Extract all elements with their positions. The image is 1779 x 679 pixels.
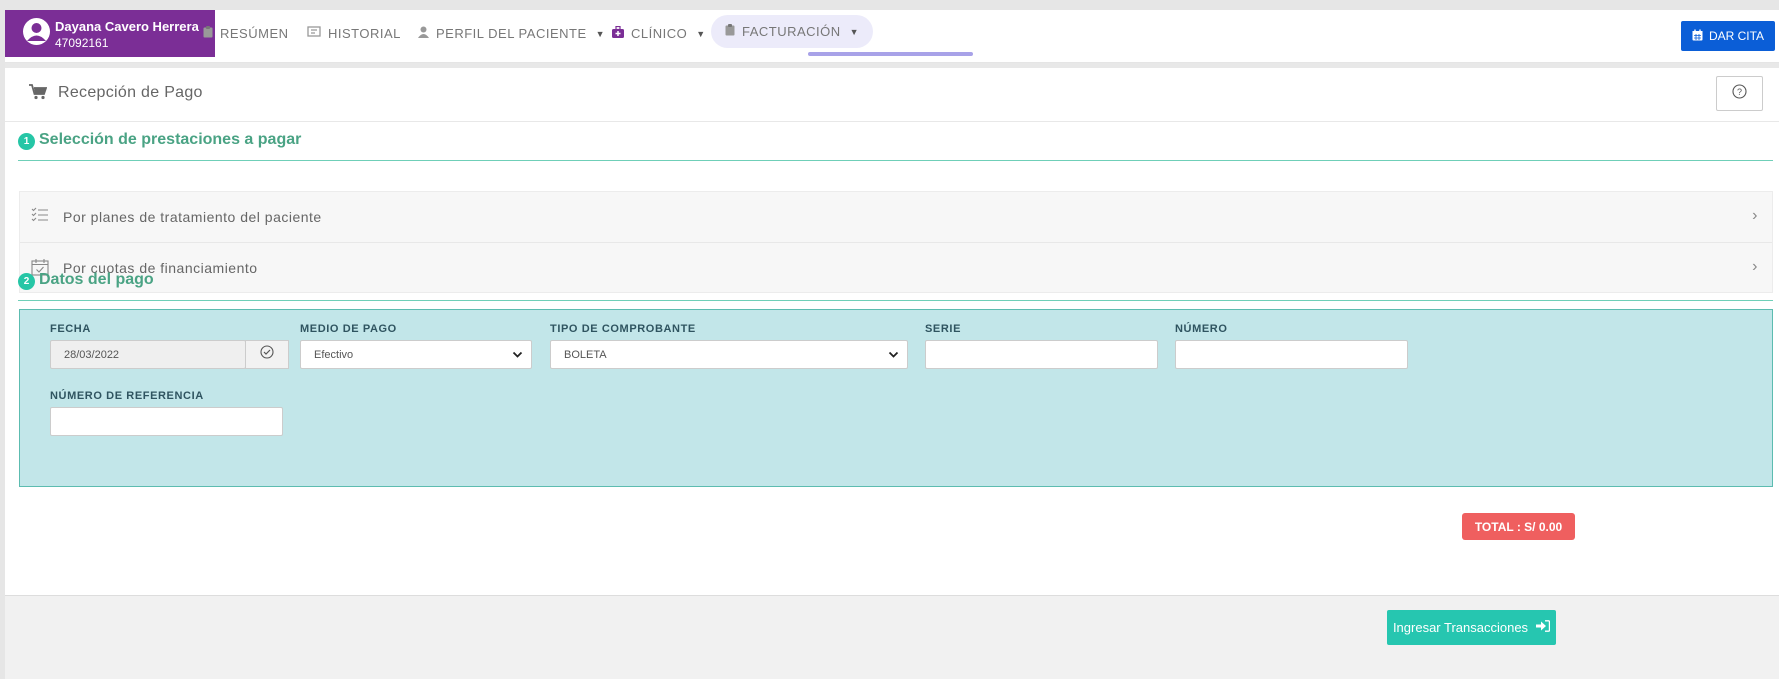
numero-label: NÚMERO: [1175, 323, 1228, 335]
nav-perfil-label: PERFIL DEL PACIENTE: [436, 26, 587, 41]
tipo-comprobante-select[interactable]: BOLETA: [550, 340, 908, 369]
checklist-icon: [31, 207, 49, 226]
nav-resumen-label: RESÚMEN: [220, 26, 289, 41]
help-button[interactable]: ?: [1716, 76, 1763, 111]
serie-label: SERIE: [925, 323, 962, 335]
ingresar-transacciones-button[interactable]: Ingresar Transacciones: [1387, 610, 1556, 645]
medio-pago-select[interactable]: Efectivo: [300, 340, 532, 369]
dar-cita-label: DAR CITA: [1708, 29, 1765, 43]
date-picker-button[interactable]: [245, 340, 289, 369]
payment-form: FECHA 28/03/2022 MEDIO DE PAGO Efectivo …: [19, 309, 1773, 487]
ingresar-label: Ingresar Transacciones: [1392, 620, 1529, 635]
step-2-number: 2: [18, 273, 35, 290]
cart-icon: [29, 84, 48, 105]
active-tab-indicator: [808, 52, 973, 56]
tipo-comprobante-label: TIPO DE COMPROBANTE: [550, 323, 696, 335]
step-1-title: Selección de prestaciones a pagar: [39, 130, 302, 148]
chevron-down-icon: [512, 349, 523, 363]
nav-facturacion-label: FACTURACIÓN: [742, 24, 841, 39]
chevron-right-icon: ›: [1752, 258, 1758, 275]
tipo-comprobante-value: BOLETA: [564, 348, 607, 361]
accordion-item-planes[interactable]: Por planes de tratamiento del paciente ›: [20, 192, 1772, 242]
card-header: Recepción de Pago ?: [5, 68, 1779, 122]
card-footer: Ingresar Transacciones: [5, 595, 1779, 679]
fecha-label: FECHA: [50, 323, 91, 335]
caret-down-icon: ▼: [849, 26, 860, 37]
payment-card: Recepción de Pago ? 1 Selección de prest…: [5, 68, 1779, 679]
patient-name: Dayana Cavero Herrera: [55, 19, 199, 34]
referencia-label: NÚMERO DE REFERENCIA: [50, 390, 204, 402]
calendar-icon: [1692, 29, 1703, 44]
card-title: Recepción de Pago: [58, 84, 203, 101]
step-1-number: 1: [18, 133, 35, 150]
referencia-input[interactable]: [50, 407, 283, 436]
nav-facturacion[interactable]: FACTURACIÓN ▼: [711, 15, 874, 48]
step-1-heading: 1 Selección de prestaciones a pagar: [18, 129, 301, 150]
patient-id: 47092161: [55, 36, 109, 50]
clipboard-icon: [725, 24, 735, 39]
caret-down-icon: ▼: [595, 28, 606, 39]
clipboard-icon: [203, 26, 213, 41]
history-icon: [307, 26, 321, 41]
total-badge: TOTAL : S/ 0.00: [1462, 513, 1575, 540]
caret-down-icon: ▼: [696, 28, 706, 39]
step-2-title: Datos del pago: [39, 270, 154, 288]
nav-clinico-label: CLÍNICO: [631, 26, 688, 41]
nav-clinico[interactable]: CLÍNICO ▼: [612, 10, 706, 57]
fecha-value: 28/03/2022: [64, 348, 120, 361]
step-2-heading: 2 Datos del pago: [18, 269, 154, 290]
nav-historial[interactable]: HISTORIAL: [307, 10, 401, 57]
serie-input[interactable]: [925, 340, 1158, 369]
patient-badge[interactable]: Dayana Cavero Herrera 47092161: [5, 10, 215, 57]
svg-text:?: ?: [1737, 87, 1742, 97]
nav-historial-label: HISTORIAL: [328, 26, 401, 41]
avatar-icon: [23, 18, 50, 45]
chevron-down-icon: [888, 349, 899, 363]
nav-resumen[interactable]: RESÚMEN: [203, 10, 289, 57]
medio-pago-label: MEDIO DE PAGO: [300, 323, 397, 335]
check-circle-icon: [260, 345, 274, 364]
dar-cita-button[interactable]: DAR CITA: [1681, 21, 1775, 51]
divider: [18, 300, 1773, 301]
sign-in-icon: [1536, 620, 1551, 635]
medical-bag-icon: [612, 25, 624, 41]
divider: [18, 160, 1773, 161]
top-strip: [0, 0, 1779, 10]
medio-pago-value: Efectivo: [314, 348, 354, 361]
accordion-item-planes-label: Por planes de tratamiento del paciente: [63, 209, 322, 225]
fecha-input[interactable]: 28/03/2022: [50, 340, 246, 369]
prestaciones-accordion: Por planes de tratamiento del paciente ›…: [19, 191, 1773, 293]
nav-perfil[interactable]: PERFIL DEL PACIENTE ▼: [418, 10, 605, 57]
user-icon: [418, 26, 429, 41]
accordion-item-cuotas[interactable]: Por cuotas de financiamiento ›: [20, 242, 1772, 292]
numero-input[interactable]: [1175, 340, 1408, 369]
top-navbar: Dayana Cavero Herrera 47092161 RESÚMEN H…: [5, 10, 1779, 63]
chevron-right-icon: ›: [1752, 207, 1758, 224]
question-icon: ?: [1732, 83, 1747, 104]
